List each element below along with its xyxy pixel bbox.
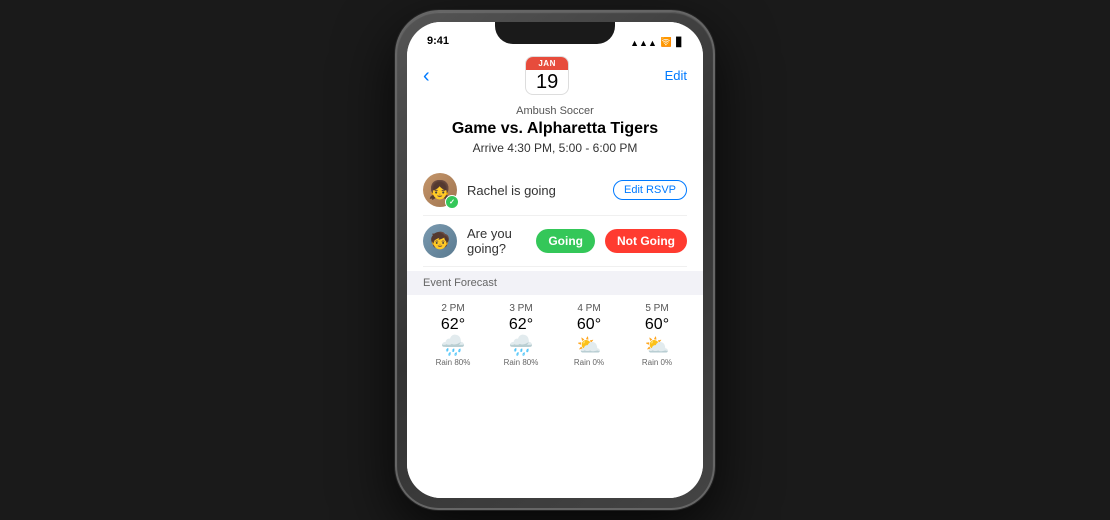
forecast-icon-5pm: ⛅ (645, 336, 670, 356)
going-question-row: 🧒 Are you going? Going Not Going (423, 216, 687, 267)
user-avatar-circle: 🧒 (423, 224, 457, 258)
back-button[interactable]: ‹ (423, 66, 430, 86)
date-widget: JAN 19 (525, 56, 569, 95)
forecast-temp-5pm: 60° (645, 316, 669, 334)
event-title: Game vs. Alpharetta Tigers (423, 119, 687, 138)
edit-rsvp-button[interactable]: Edit RSVP (613, 180, 687, 200)
notch (495, 22, 615, 44)
forecast-grid: 2 PM 62° 🌧️ Rain 80% 3 PM 62° 🌧️ Rain 80… (407, 295, 703, 375)
forecast-header: Event Forecast (407, 271, 703, 295)
forecast-desc-2pm: Rain 80% (436, 358, 471, 367)
date-month: JAN (526, 57, 568, 70)
going-button[interactable]: Going (536, 229, 595, 253)
not-going-button[interactable]: Not Going (605, 229, 687, 253)
forecast-time-2pm: 2 PM (441, 303, 464, 314)
rachel-status-text: Rachel is going (467, 183, 603, 198)
forecast-section: Event Forecast 2 PM 62° 🌧️ Rain 80% 3 PM… (407, 271, 703, 375)
forecast-item-2pm: 2 PM 62° 🌧️ Rain 80% (419, 303, 487, 367)
forecast-item-3pm: 3 PM 62° 🌧️ Rain 80% (487, 303, 555, 367)
event-time: Arrive 4:30 PM, 5:00 - 6:00 PM (423, 141, 687, 155)
status-icons: ▲▲▲ 🛜 ▊ (630, 37, 683, 48)
edit-button[interactable]: Edit (665, 68, 687, 83)
forecast-time-5pm: 5 PM (645, 303, 668, 314)
forecast-temp-4pm: 60° (577, 316, 601, 334)
status-time: 9:41 (427, 35, 449, 48)
forecast-time-3pm: 3 PM (509, 303, 532, 314)
forecast-icon-2pm: 🌧️ (441, 336, 466, 356)
rachel-rsvp-row: 👧 ✓ Rachel is going Edit RSVP (423, 165, 687, 216)
forecast-temp-3pm: 62° (509, 316, 533, 334)
phone-container: 9:41 ▲▲▲ 🛜 ▊ ‹ JAN 19 Edit Ambush Soccer… (395, 10, 715, 510)
date-day: 19 (530, 70, 564, 94)
going-question-text: Are you going? (467, 226, 526, 256)
wifi-icon: 🛜 (661, 37, 672, 48)
battery-icon: ▊ (676, 37, 683, 48)
content-area: Ambush Soccer Game vs. Alpharetta Tigers… (407, 99, 703, 498)
rsvp-section: 👧 ✓ Rachel is going Edit RSVP 🧒 Are you … (407, 165, 703, 267)
forecast-item-4pm: 4 PM 60° ⛅ Rain 0% (555, 303, 623, 367)
forecast-icon-4pm: ⛅ (577, 336, 602, 356)
nav-bar: ‹ JAN 19 Edit (407, 52, 703, 99)
forecast-desc-3pm: Rain 80% (504, 358, 539, 367)
rachel-check-icon: ✓ (445, 195, 459, 209)
user-avatar: 🧒 (423, 224, 457, 258)
event-org: Ambush Soccer (423, 105, 687, 117)
forecast-temp-2pm: 62° (441, 316, 465, 334)
rachel-avatar: 👧 ✓ (423, 173, 457, 207)
forecast-desc-5pm: Rain 0% (642, 358, 672, 367)
forecast-time-4pm: 4 PM (577, 303, 600, 314)
forecast-item-5pm: 5 PM 60° ⛅ Rain 0% (623, 303, 691, 367)
signal-icon: ▲▲▲ (630, 38, 657, 48)
event-header: Ambush Soccer Game vs. Alpharetta Tigers… (407, 99, 703, 165)
phone-screen: 9:41 ▲▲▲ 🛜 ▊ ‹ JAN 19 Edit Ambush Soccer… (407, 22, 703, 498)
forecast-desc-4pm: Rain 0% (574, 358, 604, 367)
forecast-icon-3pm: 🌧️ (509, 336, 534, 356)
